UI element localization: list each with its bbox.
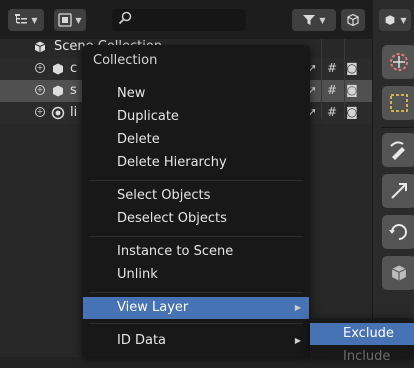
submenu-arrow-icon: ▶ <box>294 336 301 345</box>
column-divider <box>344 39 345 119</box>
collection-icon <box>51 106 65 120</box>
chevron-down-icon: ▼ <box>400 15 407 25</box>
menu-item-view-layer[interactable]: View Layer ▶ <box>83 297 309 319</box>
view-layer-submenu: Exclude Include <box>310 318 414 364</box>
menu-item-deselect-objects[interactable]: Deselect Objects <box>83 208 309 230</box>
collection-context-menu: Collection New Duplicate Delete Delete H… <box>82 45 310 357</box>
menu-item-new[interactable]: New <box>83 83 309 105</box>
camera-render-icon[interactable]: ◙ <box>345 83 359 97</box>
tree-row-label: c <box>70 61 78 76</box>
tree-row-label: s <box>70 83 77 98</box>
menu-item-label: Duplicate <box>117 109 179 124</box>
menu-separator <box>89 292 303 293</box>
menu-item-unlink[interactable]: Unlink <box>83 264 309 286</box>
holdout-grid-icon[interactable]: # <box>325 105 339 119</box>
rotate-icon <box>389 224 407 240</box>
chevron-down-icon: ▼ <box>319 15 326 25</box>
right-toolbar: ▼ <box>372 0 414 357</box>
outliner-editor-icon <box>15 14 28 24</box>
new-collection-icon <box>347 13 359 27</box>
menu-item-label: Instance to Scene <box>117 244 234 259</box>
menu-separator <box>89 236 303 237</box>
menu-item-instance-to-scene[interactable]: Instance to Scene <box>83 241 309 263</box>
annotate-icon <box>390 141 405 160</box>
select-box-icon <box>390 94 408 112</box>
submenu-item-label: Exclude <box>343 326 394 341</box>
search-input[interactable] <box>112 9 246 31</box>
cube-icon <box>391 265 407 281</box>
menu-item-label: Deselect Objects <box>117 211 227 226</box>
menu-item-delete-hierarchy[interactable]: Delete Hierarchy <box>83 152 309 174</box>
chevron-down-icon: ▼ <box>31 15 38 25</box>
add-cube-tool-button[interactable] <box>382 256 414 290</box>
chevron-down-icon: ▼ <box>75 15 82 25</box>
expand-icon[interactable]: + <box>35 85 45 95</box>
editor-type-button[interactable]: ▼ <box>8 9 44 31</box>
menu-item-id-data[interactable]: ID Data ▶ <box>83 330 309 352</box>
menu-item-duplicate[interactable]: Duplicate <box>83 106 309 128</box>
cube-icon <box>386 15 395 25</box>
menu-item-label: Select Objects <box>117 188 211 203</box>
search-icon <box>118 11 132 25</box>
menu-separator <box>89 180 303 181</box>
menu-item-label: Delete <box>117 132 160 147</box>
tree-row-label: li <box>70 105 78 120</box>
menu-item-select-objects[interactable]: Select Objects <box>83 185 309 207</box>
rotate-tool-button[interactable] <box>382 215 414 249</box>
menu-separator <box>89 323 303 324</box>
holdout-grid-icon[interactable]: # <box>325 61 339 75</box>
menu-item-label: Unlink <box>117 267 158 282</box>
display-mode-button[interactable]: ▼ <box>54 9 86 31</box>
filter-button[interactable]: ▼ <box>292 9 336 31</box>
expand-icon[interactable]: + <box>35 63 45 73</box>
annotate-tool-button[interactable] <box>382 133 414 167</box>
expand-icon[interactable]: + <box>35 107 45 117</box>
camera-render-icon[interactable]: ◙ <box>345 105 359 119</box>
new-collection-button[interactable] <box>341 9 365 31</box>
menu-title: Collection <box>93 53 158 68</box>
scene-collection-icon <box>34 41 46 53</box>
select-box-tool-button[interactable] <box>382 86 414 120</box>
submenu-item-include: Include <box>310 346 414 368</box>
menu-item-label: View Layer <box>117 300 189 315</box>
funnel-icon <box>303 15 316 25</box>
select-tool-button[interactable] <box>382 45 414 79</box>
submenu-arrow-icon: ▶ <box>294 303 301 312</box>
collection-icon <box>53 85 63 97</box>
select-circle-icon <box>390 53 408 71</box>
menu-item-label: ID Data <box>117 333 167 348</box>
menu-item-label: Delete Hierarchy <box>117 155 227 170</box>
submenu-item-exclude[interactable]: Exclude <box>310 323 414 345</box>
menu-item-label: New <box>117 86 146 101</box>
outliner-display-mode-icon <box>58 13 73 27</box>
outliner-header: ▼ ▼ ▼ <box>0 0 372 39</box>
measure-tool-button[interactable] <box>382 174 414 208</box>
camera-render-icon[interactable]: ◙ <box>345 61 359 75</box>
menu-item-delete[interactable]: Delete <box>83 129 309 151</box>
tool-separator <box>382 127 414 128</box>
column-divider <box>321 39 322 119</box>
object-mode-button[interactable]: ▼ <box>379 9 411 31</box>
holdout-grid-icon[interactable]: # <box>325 83 339 97</box>
collection-icon <box>53 63 63 75</box>
arrow-icon <box>391 183 407 199</box>
